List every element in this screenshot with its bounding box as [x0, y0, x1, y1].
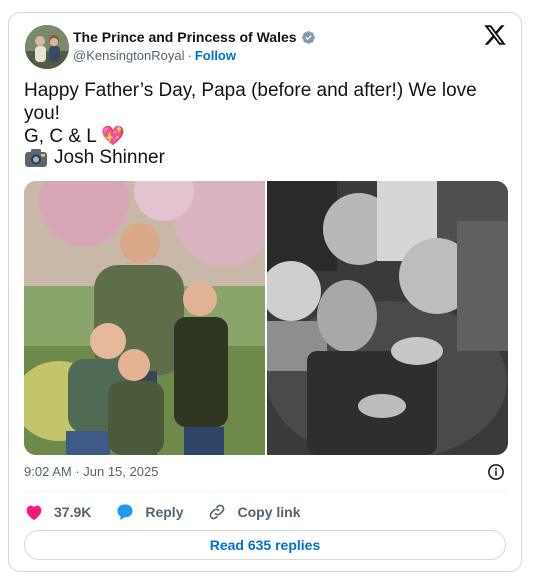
photo-credit: Josh Shinner: [24, 147, 165, 169]
family-photo-bw[interactable]: [267, 181, 508, 455]
photo-credit-name: Josh Shinner: [54, 147, 165, 168]
tweet-card: The Prince and Princess of Wales @Kensin…: [8, 12, 522, 572]
tweet-actions: 37.9K Reply Copy link: [24, 502, 325, 522]
like-button[interactable]: 37.9K: [24, 502, 91, 522]
tweet-text: Happy Father’s Day, Papa (before and aft…: [24, 79, 514, 148]
heart-icon: [26, 505, 42, 520]
x-logo-icon[interactable]: [483, 23, 507, 47]
author-name-row: The Prince and Princess of Wales: [73, 29, 316, 45]
timestamp[interactable]: 9:02 AM · Jun 15, 2025: [24, 464, 158, 479]
camera-icon: [25, 149, 47, 167]
read-replies-button[interactable]: Read 635 replies: [24, 530, 506, 560]
author-handle-row: @KensingtonRoyal · Follow: [73, 48, 236, 63]
media-grid: [24, 181, 508, 455]
reply-bubble-icon: [117, 504, 133, 521]
divider: [24, 491, 506, 492]
author-handle[interactable]: @KensingtonRoyal: [73, 48, 184, 63]
copy-link-label: Copy link: [237, 504, 301, 520]
read-replies-label: Read 635 replies: [209, 537, 321, 553]
tweet-body: Happy Father’s Day, Papa (before and aft…: [24, 80, 477, 147]
avatar[interactable]: [25, 25, 69, 69]
reply-label: Reply: [145, 504, 184, 520]
follow-button[interactable]: Follow: [195, 48, 236, 63]
copy-link-button[interactable]: Copy link: [207, 502, 301, 522]
info-icon[interactable]: [487, 463, 505, 481]
family-photo-color[interactable]: [24, 181, 265, 455]
like-count: 37.9K: [54, 504, 92, 520]
author-display-name[interactable]: The Prince and Princess of Wales: [73, 29, 297, 45]
verified-badge-icon: [301, 30, 315, 44]
reply-button[interactable]: Reply: [115, 502, 183, 522]
link-icon: [210, 504, 225, 520]
separator-dot: ·: [187, 48, 192, 63]
